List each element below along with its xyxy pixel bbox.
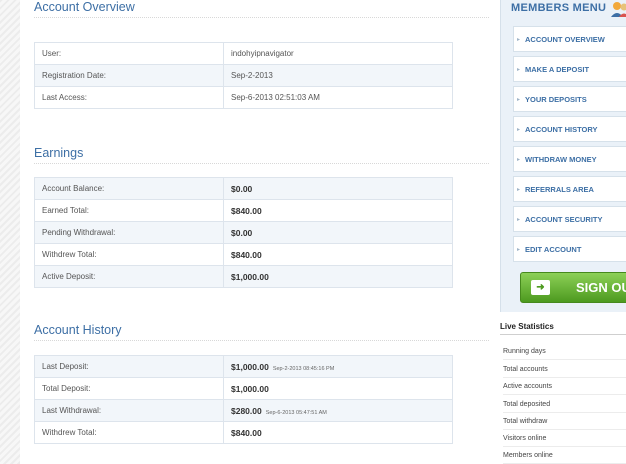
table-row: Earned Total: $840.00 (34, 199, 453, 222)
row-label: Total Deposit: (34, 377, 224, 400)
menu-item-label: EDIT ACCOUNT (525, 244, 582, 254)
account-overview-table: User: indohyipnavigator Registration Dat… (34, 42, 453, 109)
row-label: Earned Total: (34, 199, 224, 222)
stat-row: Running days (503, 343, 626, 360)
total-deposit-value: $1,000.00 (231, 383, 269, 394)
stat-label: Total deposited (503, 400, 551, 408)
row-value: indohyipnavigator (223, 42, 453, 65)
chevron-right-icon: ▸ (517, 156, 521, 163)
members-menu: MEMBERS MENU ▸ ACCOUNT OVERVIEW ▸ MAKE A… (500, 0, 626, 312)
stat-row: Active accounts (503, 378, 626, 395)
row-label: Last Withdrawal: (34, 399, 224, 422)
chevron-right-icon: ▸ (517, 126, 521, 133)
table-row: Pending Withdrawal: $0.00 (34, 221, 453, 244)
menu-item-account-history[interactable]: ▸ ACCOUNT HISTORY (513, 116, 626, 142)
stat-label: Total withdraw (503, 417, 548, 425)
active-deposit-value: $1,000.00 (231, 271, 269, 282)
table-row: Withdrew Total: $840.00 (34, 243, 453, 266)
menu-item-referrals-area[interactable]: ▸ REFERRALS AREA (513, 176, 626, 202)
earnings-title: Earnings (34, 146, 489, 164)
row-label: Pending Withdrawal: (34, 221, 224, 244)
account-history-table: Last Deposit: $1,000.00 Sep-2-2013 08:45:… (34, 355, 453, 444)
table-row: Total Deposit: $1,000.00 (34, 377, 453, 400)
menu-item-label: ACCOUNT SECURITY (525, 214, 603, 224)
withdrew-total-value: $840.00 (231, 249, 262, 260)
chevron-right-icon: ▸ (517, 186, 521, 193)
stat-row: Total accounts (503, 361, 626, 378)
menu-item-your-deposits[interactable]: ▸ YOUR DEPOSITS (513, 86, 626, 112)
row-label: Account Balance: (34, 177, 224, 200)
stat-row: Total withdraw (503, 413, 626, 430)
row-label: Withdrew Total: (34, 421, 224, 444)
menu-item-label: MAKE A DEPOSIT (525, 64, 590, 74)
chevron-right-icon: ▸ (517, 96, 521, 103)
menu-item-label: REFERRALS AREA (525, 184, 594, 194)
stat-label: Running days (503, 347, 546, 355)
sign-out-button[interactable]: ➜ SIGN OUT (520, 272, 626, 303)
row-label: User: (34, 42, 224, 65)
table-row: User: indohyipnavigator (34, 42, 453, 65)
earnings-table: Account Balance: $0.00 Earned Total: $84… (34, 177, 453, 288)
live-statistics-title: Live Statistics (500, 322, 626, 335)
members-menu-title: MEMBERS MENU (511, 2, 607, 14)
row-label: Registration Date: (34, 64, 224, 87)
last-deposit-value: $1,000.00 (231, 361, 269, 372)
sign-out-label: SIGN OUT (576, 280, 626, 295)
last-deposit-timestamp: Sep-2-2013 08:45:16 PM (272, 365, 335, 372)
stat-label: Total accounts (503, 365, 548, 373)
sidebar: MEMBERS MENU ▸ ACCOUNT OVERVIEW ▸ MAKE A… (500, 0, 626, 464)
table-row: Active Deposit: $1,000.00 (34, 265, 453, 288)
menu-item-withdraw-money[interactable]: ▸ WITHDRAW MONEY (513, 146, 626, 172)
row-value: Sep-2-2013 (223, 64, 453, 87)
menu-item-edit-account[interactable]: ▸ EDIT ACCOUNT (513, 236, 626, 262)
row-label: Active Deposit: (34, 265, 224, 288)
menu-item-account-overview[interactable]: ▸ ACCOUNT OVERVIEW (513, 26, 626, 52)
stat-label: Members online (503, 451, 553, 459)
chevron-right-icon: ▸ (517, 36, 521, 43)
chevron-right-icon: ▸ (517, 246, 521, 253)
account-history-title: Account History (34, 323, 489, 341)
menu-item-account-security[interactable]: ▸ ACCOUNT SECURITY (513, 206, 626, 232)
menu-item-label: YOUR DEPOSITS (525, 94, 587, 104)
account-overview-title: Account Overview (34, 0, 489, 18)
row-value: Sep-6-2013 02:51:03 AM (223, 86, 453, 109)
chevron-right-icon: ▸ (517, 216, 521, 223)
last-withdrawal-value: $280.00 (231, 405, 262, 416)
table-row: Last Deposit: $1,000.00 Sep-2-2013 08:45:… (34, 355, 453, 378)
chevron-right-icon: ▸ (517, 66, 521, 73)
stat-row: Total deposited (503, 396, 626, 413)
table-row: Last Withdrawal: $280.00 Sep-6-2013 05:47… (34, 399, 453, 422)
stat-row: Visitors online (503, 430, 626, 447)
stat-label: Visitors online (503, 434, 547, 442)
menu-item-label: ACCOUNT HISTORY (525, 124, 598, 134)
stat-row: Members online (503, 447, 626, 464)
left-decorative-strip (0, 0, 20, 464)
row-label: Last Deposit: (34, 355, 224, 378)
pending-withdrawal-value: $0.00 (231, 227, 253, 238)
menu-item-label: WITHDRAW MONEY (525, 154, 597, 164)
account-balance-value: $0.00 (231, 183, 253, 194)
stat-label: Active accounts (503, 382, 553, 390)
last-withdrawal-timestamp: Sep-6-2013 05:47:51 AM (265, 409, 327, 416)
menu-item-label: ACCOUNT OVERVIEW (525, 34, 605, 44)
row-label: Withdrew Total: (34, 243, 224, 266)
row-label: Last Access: (34, 86, 224, 109)
table-row: Withdrew Total: $840.00 (34, 421, 453, 444)
history-withdrew-total-value: $840.00 (231, 427, 262, 438)
table-row: Last Access: Sep-6-2013 02:51:03 AM (34, 86, 453, 109)
earned-total-value: $840.00 (231, 205, 262, 216)
members-icon (611, 2, 626, 17)
menu-item-make-a-deposit[interactable]: ▸ MAKE A DEPOSIT (513, 56, 626, 82)
arrow-right-icon: ➜ (531, 280, 550, 295)
table-row: Account Balance: $0.00 (34, 177, 453, 200)
table-row: Registration Date: Sep-2-2013 (34, 64, 453, 87)
